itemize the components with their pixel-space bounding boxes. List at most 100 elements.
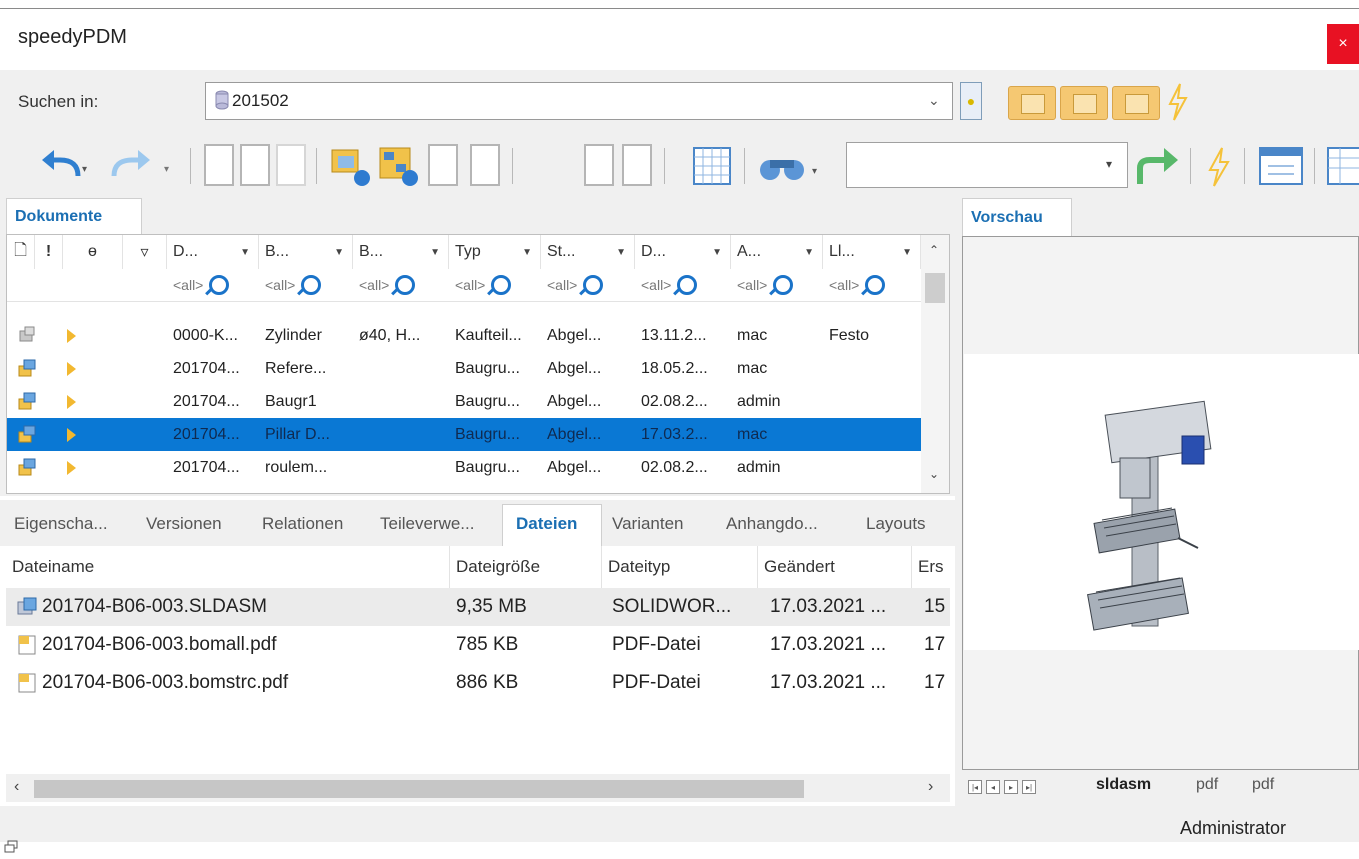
lightning-icon[interactable] bbox=[1166, 82, 1190, 122]
expand-icon[interactable] bbox=[67, 362, 76, 376]
edit-document-icon[interactable] bbox=[470, 144, 500, 186]
file-row[interactable]: 201704-B06-003.bomall.pdf 785 KB PDF-Dat… bbox=[6, 626, 950, 664]
scrollbar-thumb[interactable] bbox=[925, 273, 945, 303]
column-header[interactable]: St... ▼ bbox=[541, 235, 635, 269]
forward-arrow-icon[interactable] bbox=[1134, 144, 1180, 188]
folder-edit-button[interactable] bbox=[1060, 86, 1108, 120]
column-header[interactable]: D... ▼ bbox=[167, 235, 259, 269]
vertical-scrollbar[interactable]: ⌃ ⌄ bbox=[921, 235, 949, 493]
delete-document-icon[interactable] bbox=[276, 144, 306, 186]
structure-icon[interactable] bbox=[376, 144, 420, 188]
undo-icon[interactable]: ▾ bbox=[38, 146, 90, 186]
toolbar-combo[interactable] bbox=[846, 142, 1128, 188]
table-row[interactable]: 201704... Baugr1 Baugru... Abgel... 02.0… bbox=[7, 385, 921, 418]
file-row[interactable]: 201704-B06-003.SLDASM 9,35 MB SOLIDWOR..… bbox=[6, 588, 950, 626]
column-header[interactable]: B... ▼ bbox=[353, 235, 449, 269]
chevron-down-icon[interactable]: ⌄ bbox=[928, 92, 940, 109]
preview-tab-sldasm[interactable]: sldasm bbox=[1096, 776, 1151, 794]
assembly-add-icon[interactable] bbox=[328, 144, 372, 188]
expand-icon[interactable] bbox=[67, 395, 76, 409]
redo-icon[interactable]: ▾ bbox=[108, 146, 178, 186]
close-button[interactable]: × bbox=[1327, 24, 1359, 64]
search-icon[interactable] bbox=[301, 275, 322, 295]
chevron-down-icon[interactable]: ▾ bbox=[1106, 157, 1112, 171]
exclamation-icon[interactable]: ! bbox=[35, 235, 63, 269]
search-icon[interactable] bbox=[395, 275, 416, 295]
filter-cell[interactable]: <all> bbox=[265, 269, 322, 301]
expand-icon[interactable] bbox=[67, 428, 76, 442]
preview-tab-pdf[interactable]: pdf bbox=[1196, 776, 1218, 794]
folder-back-button[interactable] bbox=[1008, 86, 1056, 120]
binoculars-icon[interactable]: ▾ bbox=[756, 146, 826, 186]
column-header[interactable]: A... ▼ bbox=[731, 235, 823, 269]
column-header[interactable]: Typ ▼ bbox=[449, 235, 541, 269]
chevron-left-icon[interactable]: ‹ bbox=[14, 778, 19, 796]
scrollbar-thumb[interactable] bbox=[34, 780, 804, 798]
chevron-right-icon[interactable]: › bbox=[928, 778, 933, 796]
preview-tab-pdf[interactable]: pdf bbox=[1252, 776, 1274, 794]
table-view-icon[interactable] bbox=[692, 146, 732, 186]
file-row[interactable]: 201704-B06-003.bomstrc.pdf 886 KB PDF-Da… bbox=[6, 664, 950, 702]
search-icon[interactable] bbox=[677, 275, 698, 295]
expand-icon[interactable] bbox=[67, 461, 76, 475]
filter-cell[interactable]: <all> bbox=[641, 269, 698, 301]
copy-document-icon[interactable] bbox=[240, 144, 270, 186]
tab-teileverwendung[interactable]: Teileverwe... bbox=[380, 514, 474, 534]
tab-versionen[interactable]: Versionen bbox=[146, 514, 222, 534]
chevron-up-icon[interactable]: ⌃ bbox=[929, 243, 939, 257]
column-header[interactable]: Dateityp bbox=[602, 546, 758, 588]
checkin-document-icon[interactable] bbox=[622, 144, 652, 186]
search-icon[interactable] bbox=[209, 275, 230, 295]
tab-eigenschaften[interactable]: Eigenscha... bbox=[14, 514, 108, 534]
attachment-icon[interactable]: ɵ bbox=[63, 235, 123, 269]
tab-layouts[interactable]: Layouts bbox=[866, 514, 926, 534]
toolbar-separator bbox=[1244, 148, 1245, 184]
search-icon[interactable] bbox=[491, 275, 512, 295]
folder-open-button[interactable] bbox=[1112, 86, 1160, 120]
file-type: SOLIDWOR... bbox=[612, 596, 732, 617]
filter-cell[interactable]: <all> bbox=[173, 269, 230, 301]
tab-vorschau[interactable]: Vorschau bbox=[962, 198, 1072, 236]
restore-window-icon[interactable] bbox=[4, 840, 18, 854]
flag-icon[interactable]: ▿ bbox=[123, 235, 167, 269]
first-page-icon[interactable]: |◂ bbox=[968, 780, 982, 794]
column-header[interactable]: Geändert bbox=[758, 546, 912, 588]
column-header[interactable]: Dateiname bbox=[6, 546, 450, 588]
column-header[interactable]: D... ▼ bbox=[635, 235, 731, 269]
checkout-document-icon[interactable] bbox=[584, 144, 614, 186]
column-header[interactable]: Ll... ▼ bbox=[823, 235, 921, 269]
search-icon[interactable] bbox=[865, 275, 886, 295]
search-location-combo[interactable] bbox=[205, 82, 953, 120]
search-icon[interactable] bbox=[583, 275, 604, 295]
next-page-icon[interactable]: ▸ bbox=[1004, 780, 1018, 794]
table-row[interactable]: 201704... roulem... Baugru... Abgel... 0… bbox=[7, 451, 921, 484]
filter-cell[interactable]: <all> bbox=[737, 269, 794, 301]
previous-page-icon[interactable]: ◂ bbox=[986, 780, 1000, 794]
column-header[interactable]: Ers bbox=[912, 546, 950, 588]
search-icon[interactable] bbox=[773, 275, 794, 295]
table-row-selected[interactable]: 201704... Pillar D... Baugru... Abgel...… bbox=[7, 418, 921, 451]
lightning-icon[interactable] bbox=[1204, 146, 1234, 188]
column-header[interactable]: B... ▼ bbox=[259, 235, 353, 269]
expand-icon[interactable] bbox=[67, 329, 76, 343]
document-icon[interactable]: 🗋 bbox=[7, 235, 35, 269]
window-icon[interactable] bbox=[1258, 146, 1304, 186]
table-row[interactable]: 201704... Refere... Baugru... Abgel... 1… bbox=[7, 352, 921, 385]
grid-icon[interactable] bbox=[1326, 146, 1359, 186]
lightbulb-button[interactable]: ● bbox=[960, 82, 982, 120]
tab-varianten[interactable]: Varianten bbox=[612, 514, 684, 534]
filter-cell[interactable]: <all> bbox=[455, 269, 512, 301]
tab-dokumente[interactable]: Dokumente bbox=[6, 198, 142, 234]
column-header[interactable]: Dateigröße bbox=[450, 546, 602, 588]
last-page-icon[interactable]: ▸| bbox=[1022, 780, 1036, 794]
filter-cell[interactable]: <all> bbox=[547, 269, 604, 301]
new-document-icon[interactable] bbox=[204, 144, 234, 186]
filter-cell[interactable]: <all> bbox=[359, 269, 416, 301]
tab-anhangdokumente[interactable]: Anhangdo... bbox=[726, 514, 818, 534]
search-document-icon[interactable] bbox=[428, 144, 458, 186]
tab-dateien[interactable]: Dateien bbox=[516, 514, 577, 534]
tab-relationen[interactable]: Relationen bbox=[262, 514, 343, 534]
chevron-down-icon[interactable]: ⌄ bbox=[929, 467, 939, 481]
table-row[interactable]: 0000-K... Zylinder ø40, H... Kaufteil...… bbox=[7, 319, 921, 352]
filter-cell[interactable]: <all> bbox=[829, 269, 886, 301]
